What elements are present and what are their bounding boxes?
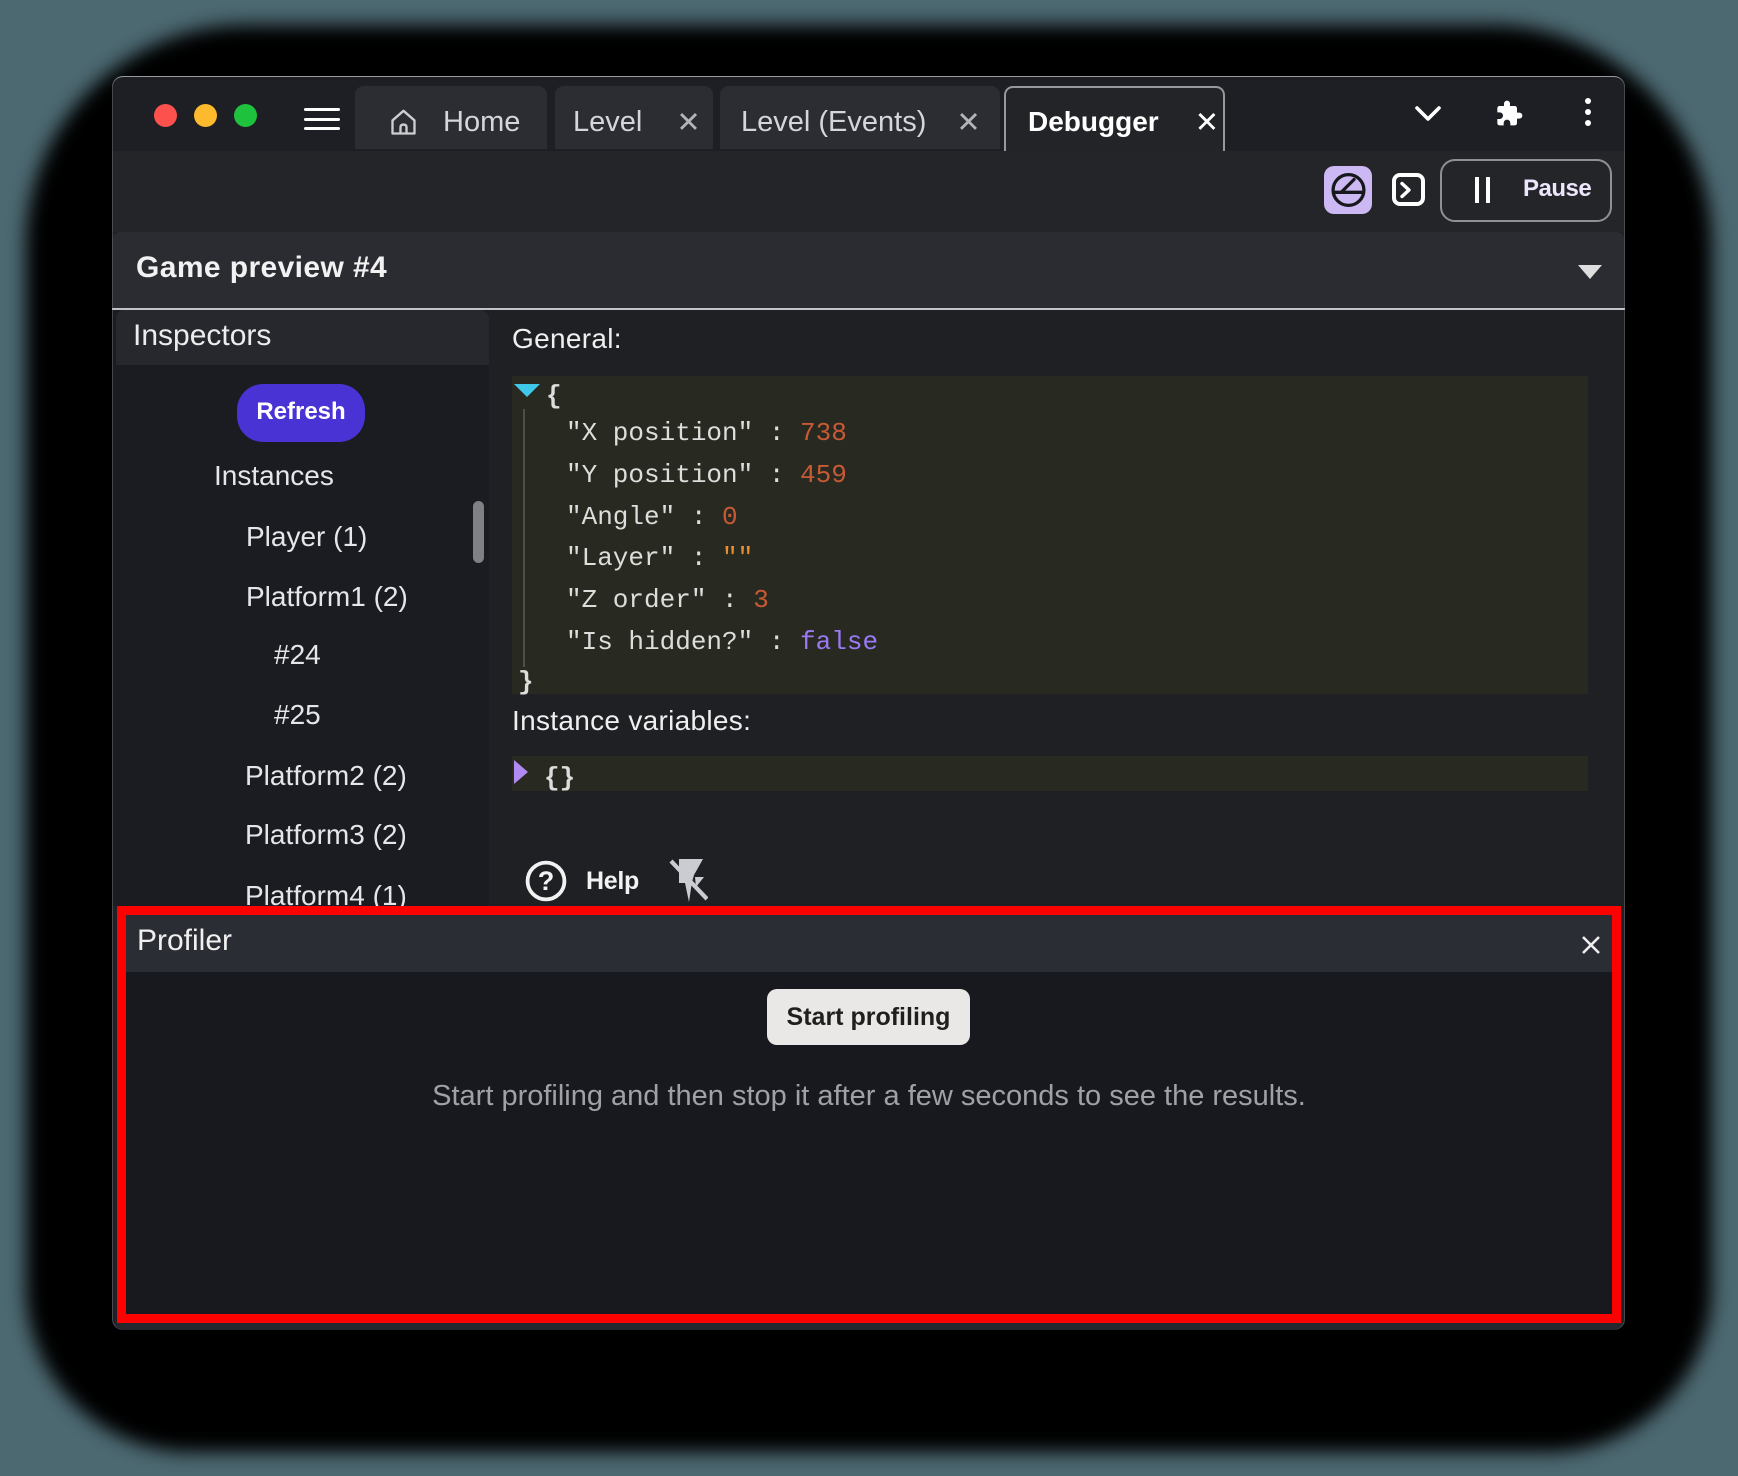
svg-text:?: ? <box>538 866 555 896</box>
